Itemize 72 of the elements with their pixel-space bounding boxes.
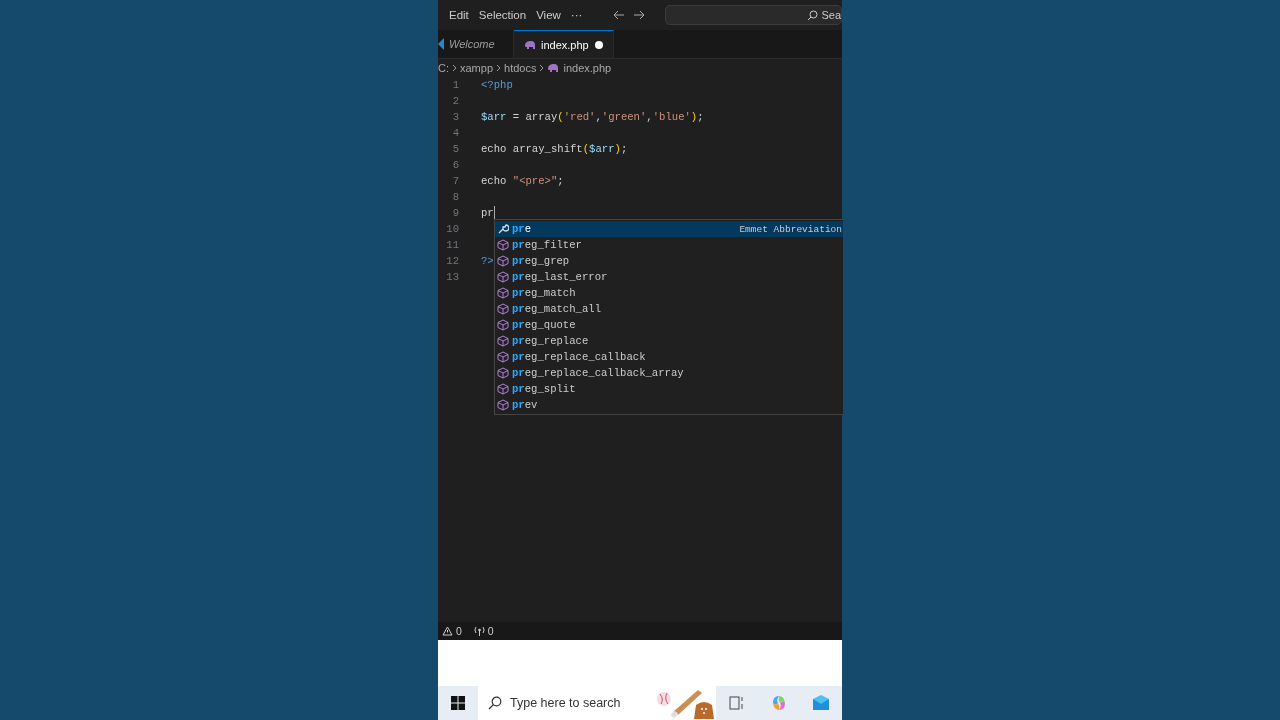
- code-line: pr: [481, 206, 495, 220]
- mail-icon[interactable]: [812, 694, 830, 712]
- suggestion-item[interactable]: prev: [495, 397, 843, 413]
- line-number: 3: [451, 111, 459, 123]
- search-icon: [807, 9, 819, 21]
- line-number: 8: [451, 191, 459, 203]
- cube-icon: [497, 351, 509, 363]
- editor-tab[interactable]: Welcome: [438, 30, 514, 58]
- chevron-icon: [452, 64, 457, 72]
- code-line: $arr = array('red','green','blue');: [481, 111, 704, 123]
- back-arrow-icon[interactable]: [613, 10, 626, 20]
- warning-icon: [442, 626, 453, 636]
- warnings-count[interactable]: 0: [442, 625, 462, 637]
- code-line: echo array_shift($arr);: [481, 143, 628, 155]
- search-bar[interactable]: Sea: [665, 5, 842, 25]
- menu-item[interactable]: ···: [565, 9, 588, 21]
- cube-icon: [497, 367, 509, 379]
- suggestion-item[interactable]: preg_replace_callback: [495, 349, 843, 365]
- line-number: 2: [451, 95, 459, 107]
- suggestion-item[interactable]: preg_grep: [495, 253, 843, 269]
- elephant-icon: [524, 39, 536, 50]
- breadcrumb[interactable]: htdocs: [504, 62, 537, 74]
- breadcrumb[interactable]: xampp: [460, 62, 494, 74]
- code-line: ?>: [481, 255, 494, 267]
- breadcrumb[interactable]: index.php: [547, 62, 612, 74]
- cube-icon: [497, 335, 509, 347]
- line-number: 9: [451, 207, 459, 219]
- search-icon: [488, 696, 502, 710]
- line-number: 12: [445, 255, 459, 267]
- line-number: 13: [445, 271, 459, 283]
- elephant-icon: [547, 63, 560, 73]
- chevron-icon: [539, 64, 545, 72]
- line-number: 10: [445, 223, 459, 235]
- editor-tab[interactable]: index.php: [514, 30, 614, 58]
- cube-icon: [497, 383, 509, 395]
- suggestion-item[interactable]: preg_replace: [495, 333, 843, 349]
- suggestion-item[interactable]: preg_replace_callback_array: [495, 365, 843, 381]
- wrench-icon: [497, 223, 509, 235]
- cube-icon: [497, 319, 509, 331]
- line-number: 7: [451, 175, 459, 187]
- line-number: 1: [451, 79, 459, 91]
- cube-icon: [497, 239, 509, 251]
- suggestion-item[interactable]: preg_match_all: [495, 301, 843, 317]
- suggestion-item[interactable]: pre Emmet Abbreviation: [495, 221, 843, 237]
- breadcrumb[interactable]: C:: [438, 62, 449, 74]
- windows-start-icon[interactable]: [451, 696, 465, 710]
- taskbar-search-field[interactable]: Type here to search: [478, 686, 716, 720]
- baseball-drawing: [656, 687, 716, 719]
- menu-item[interactable]: Selection: [473, 9, 532, 21]
- cube-icon: [497, 399, 509, 411]
- code-line: <?php: [481, 79, 513, 91]
- chevron-icon: [496, 64, 502, 72]
- suggestion-item[interactable]: preg_filter: [495, 237, 843, 253]
- cube-icon: [497, 303, 509, 315]
- search-text: Sea: [821, 9, 841, 21]
- line-number: 6: [451, 159, 459, 171]
- suggestion-item[interactable]: preg_match: [495, 285, 843, 301]
- suggestion-item[interactable]: preg_quote: [495, 317, 843, 333]
- line-number: 4: [451, 127, 459, 139]
- forward-arrow-icon[interactable]: [633, 10, 646, 20]
- ports-count[interactable]: 0: [473, 625, 494, 637]
- line-number: 11: [445, 239, 459, 251]
- cube-icon: [497, 271, 509, 283]
- cube-icon: [497, 287, 509, 299]
- menu-item[interactable]: Edit: [444, 9, 474, 21]
- antenna-icon: [473, 626, 485, 636]
- line-number: 5: [451, 143, 459, 155]
- suggestion-item[interactable]: preg_split: [495, 381, 843, 397]
- code-line: echo "<pre>";: [481, 175, 564, 187]
- menu-item[interactable]: View: [531, 9, 566, 21]
- suggestion-item[interactable]: preg_last_error: [495, 269, 843, 285]
- cube-icon: [497, 255, 509, 267]
